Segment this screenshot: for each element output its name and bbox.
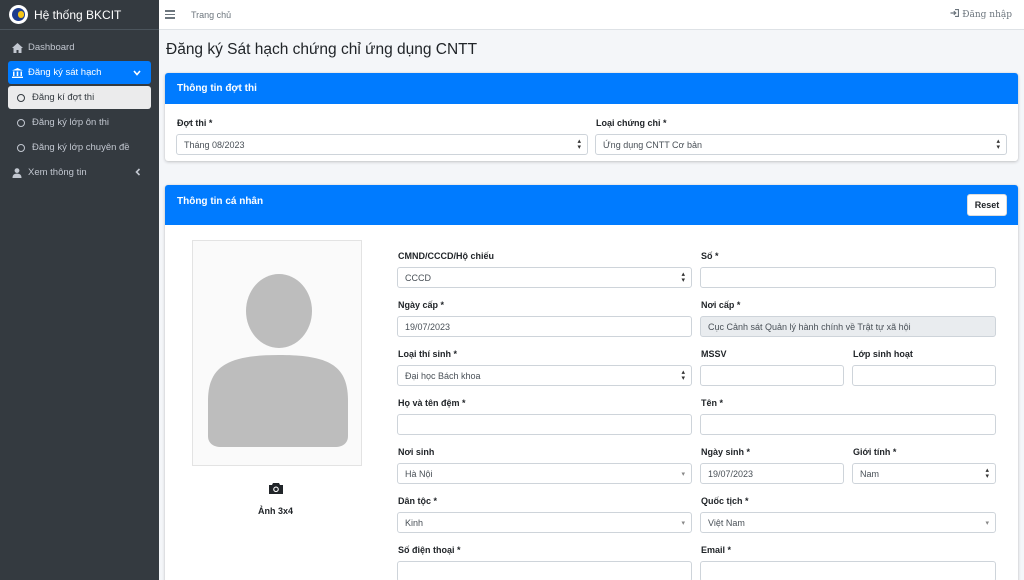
candidate-type-label: Loại thí sinh * xyxy=(398,349,458,359)
exam-period-select[interactable]: Tháng 08/2023 ▴ ▾ xyxy=(176,134,588,155)
exam-period-label: Đợt thi * xyxy=(177,118,213,128)
nationality-select[interactable]: Việt Nam ▾ xyxy=(700,512,996,533)
card-title: Thông tin đợt thi xyxy=(177,83,257,94)
sidebar-item-dashboard[interactable]: Dashboard xyxy=(8,36,151,59)
firstname-input[interactable] xyxy=(700,414,996,435)
student-id-label: MSSV xyxy=(701,349,727,359)
nationality-value: Việt Nam xyxy=(708,517,745,528)
id-type-select[interactable]: CCCD ▴ ▾ xyxy=(397,267,692,288)
home-icon xyxy=(10,42,24,53)
id-type-label: CMND/CCCD/Hộ chiếu xyxy=(398,251,494,261)
sidebar-item-label: Xem thông tin xyxy=(28,167,87,178)
camera-icon[interactable] xyxy=(268,482,284,498)
brand-logo xyxy=(9,5,28,24)
sidebar-item-label: Đăng kí đợt thi xyxy=(32,92,95,103)
login-icon xyxy=(950,8,960,20)
exam-info-header: Thông tin đợt thi xyxy=(165,73,1018,104)
firstname-label: Tên * xyxy=(701,398,724,408)
ethnic-label: Dân tộc * xyxy=(398,496,438,506)
sidebar-item-label: Đăng ký sát hạch xyxy=(28,67,102,78)
circle-icon xyxy=(14,118,28,127)
chevron-left-icon xyxy=(135,167,141,178)
select-arrows-icon: ▴ ▾ xyxy=(681,369,685,382)
reset-button[interactable]: Reset xyxy=(967,194,1007,216)
personal-info-header: Thông tin cá nhân Reset xyxy=(165,185,1018,225)
sidebar-item-label: Dashboard xyxy=(28,42,75,53)
menu-icon[interactable] xyxy=(165,10,175,19)
login-label: Đăng nhập xyxy=(962,9,1012,20)
issue-place-input: Cục Cảnh sát Quản lý hành chính về Trật … xyxy=(700,316,996,337)
cert-type-select[interactable]: Ứng dụng CNTT Cơ bản ▴ ▾ xyxy=(595,134,1007,155)
email-input[interactable] xyxy=(700,561,996,580)
gender-select[interactable]: Nam ▴ ▾ xyxy=(852,463,996,484)
sidebar-item-exam-registration[interactable]: Đăng ký sát hạch xyxy=(8,61,151,84)
id-type-value: CCCD xyxy=(405,272,431,283)
birthplace-label: Nơi sinh xyxy=(398,447,435,457)
gender-label: Giới tính * xyxy=(853,447,897,457)
issue-place-label: Nơi cấp * xyxy=(701,300,741,310)
cert-type-label: Loại chứng chỉ * xyxy=(596,118,667,128)
ethnic-value: Kinh xyxy=(405,517,424,528)
sidebar-item-label: Đăng ký lớp ôn thi xyxy=(32,117,109,128)
photo-placeholder[interactable] xyxy=(192,240,362,466)
circle-icon xyxy=(14,93,28,102)
sidebar: Hệ thống BKCIT Dashboard Đăng ký sát hạc… xyxy=(0,0,159,580)
ethnic-select[interactable]: Kinh ▾ xyxy=(397,512,692,533)
nationality-label: Quốc tịch * xyxy=(701,496,749,506)
dob-label: Ngày sinh * xyxy=(701,447,751,457)
select-arrows-icon: ▴ ▾ xyxy=(996,138,1000,151)
student-id-input[interactable] xyxy=(700,365,844,386)
id-number-label: Số * xyxy=(701,251,719,261)
card-title: Thông tin cá nhân xyxy=(177,196,264,207)
bank-icon xyxy=(10,67,24,78)
user-icon xyxy=(10,167,24,178)
login-link[interactable]: Đăng nhập xyxy=(950,8,1012,20)
sidebar-nav: Dashboard Đăng ký sát hạch Đăng kí đợt t… xyxy=(0,30,159,192)
select-arrows-icon: ▴ ▾ xyxy=(577,138,581,151)
sidebar-item-topic-class[interactable]: Đăng ký lớp chuyên đề xyxy=(8,136,151,159)
candidate-type-value: Đại học Bách khoa xyxy=(405,370,481,381)
chevron-down-icon: ▾ xyxy=(681,471,685,478)
issue-date-label: Ngày cấp * xyxy=(398,300,445,310)
sidebar-item-view-info[interactable]: Xem thông tin xyxy=(8,161,151,184)
lastname-input[interactable] xyxy=(397,414,692,435)
lastname-label: Họ và tên đệm * xyxy=(398,398,466,408)
sidebar-item-review-class[interactable]: Đăng ký lớp ôn thi xyxy=(8,111,151,134)
issue-date-value: 19/07/2023 xyxy=(405,321,451,332)
select-arrows-icon: ▴ ▾ xyxy=(681,271,685,284)
chevron-down-icon: ▾ xyxy=(681,520,685,527)
home-link[interactable]: Trang chủ xyxy=(191,10,231,20)
sidebar-item-label: Đăng ký lớp chuyên đề xyxy=(32,142,130,153)
select-arrows-icon: ▴ ▾ xyxy=(985,467,989,480)
class-input[interactable] xyxy=(852,365,996,386)
circle-icon xyxy=(14,143,28,152)
phone-label: Số điện thoại * xyxy=(398,545,461,555)
photo-label: Ảnh 3x4 xyxy=(258,506,294,516)
topbar: Trang chủ Đăng nhập xyxy=(159,0,1024,30)
dob-input[interactable]: 19/07/2023 xyxy=(700,463,844,484)
candidate-type-select[interactable]: Đại học Bách khoa ▴ ▾ xyxy=(397,365,692,386)
issue-date-input[interactable]: 19/07/2023 xyxy=(397,316,692,337)
cert-type-value: Ứng dụng CNTT Cơ bản xyxy=(603,139,702,150)
avatar-silhouette-icon xyxy=(208,274,348,447)
gender-value: Nam xyxy=(860,468,880,479)
chevron-down-icon xyxy=(133,68,141,78)
exam-period-value: Tháng 08/2023 xyxy=(184,139,245,150)
chevron-down-icon: ▾ xyxy=(985,520,989,527)
dob-value: 19/07/2023 xyxy=(708,468,754,479)
phone-input[interactable] xyxy=(397,561,692,580)
class-label: Lớp sinh hoạt xyxy=(853,349,913,359)
email-label: Email * xyxy=(701,545,732,555)
id-number-input[interactable] xyxy=(700,267,996,288)
brand[interactable]: Hệ thống BKCIT xyxy=(0,0,159,30)
brand-name: Hệ thống BKCIT xyxy=(34,7,122,22)
sidebar-item-exam-period[interactable]: Đăng kí đợt thi xyxy=(8,86,151,109)
birthplace-select[interactable]: Hà Nội ▾ xyxy=(397,463,692,484)
birthplace-value: Hà Nội xyxy=(405,468,433,479)
issue-place-value: Cục Cảnh sát Quản lý hành chính về Trật … xyxy=(708,321,911,332)
page-title: Đăng ký Sát hạch chứng chỉ ứng dụng CNTT xyxy=(166,41,478,58)
